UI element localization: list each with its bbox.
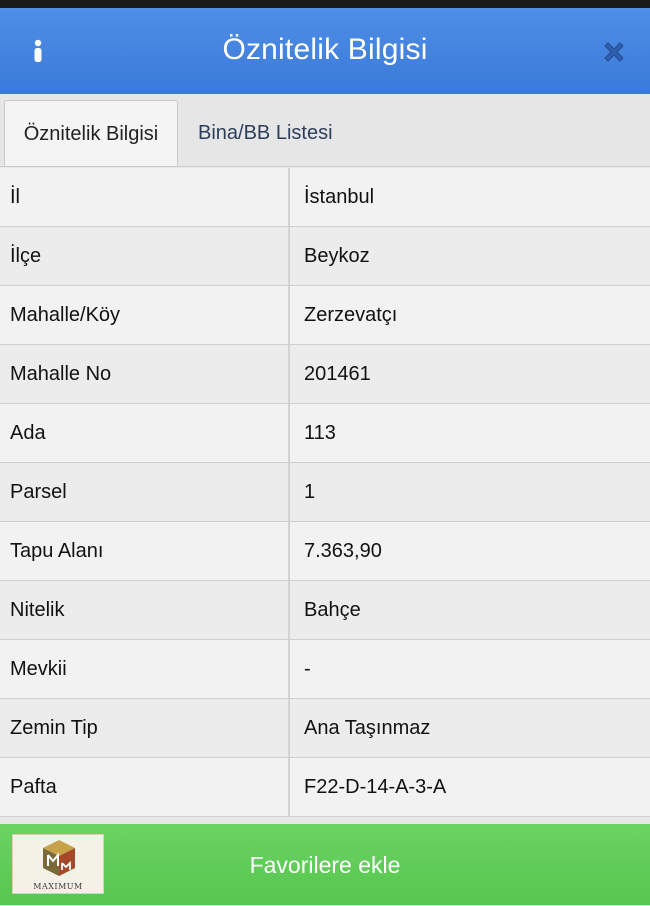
row-label: Parsel — [0, 463, 290, 521]
row-label: İlçe — [0, 227, 290, 285]
dialog-title: Öznitelik Bilgisi — [222, 33, 428, 66]
table-row: Ada 113 — [0, 404, 650, 463]
table-row: Nitelik Bahçe — [0, 581, 650, 640]
row-value: Bahçe — [304, 599, 361, 621]
table-row: Mahalle/Köy Zerzevatçı — [0, 286, 650, 345]
row-value: F22-D-14-A-3-A — [304, 776, 447, 798]
table-row: Tapu Alanı 7.363,90 — [0, 522, 650, 581]
add-to-favorites-label: Favorilere ekle — [249, 852, 401, 878]
dialog-header: Öznitelik Bilgisi — [0, 8, 650, 94]
row-value: 113 — [304, 422, 336, 444]
add-to-favorites-button[interactable]: MAXIMUM Favorilere ekle — [0, 824, 650, 905]
table-row: İlçe Beykoz — [0, 227, 650, 286]
row-value: 201461 — [304, 363, 371, 385]
tab-bar: Öznitelik Bilgisi Bina/BB Listesi — [0, 94, 650, 167]
row-value: Zerzevatçı — [304, 304, 398, 326]
tab-bina-bb-listesi[interactable]: Bina/BB Listesi — [180, 100, 370, 166]
table-row: Parsel 1 — [0, 463, 650, 522]
table-row: Mahalle No 201461 — [0, 345, 650, 404]
row-value: 1 — [304, 481, 316, 503]
row-label: Tapu Alanı — [0, 522, 290, 580]
row-label: Mevkii — [0, 640, 290, 698]
status-bar — [0, 0, 650, 8]
tab-oznitelik-bilgisi[interactable]: Öznitelik Bilgisi — [4, 100, 178, 166]
row-value: - — [304, 658, 311, 680]
table-row: Mevkii - — [0, 640, 650, 699]
row-label: Mahalle/Köy — [0, 286, 290, 344]
table-row: Zemin Tip Ana Taşınmaz — [0, 699, 650, 758]
row-value: Beykoz — [304, 245, 370, 267]
row-label: İl — [0, 168, 290, 226]
close-icon[interactable] — [600, 38, 628, 66]
row-value: İstanbul — [304, 186, 375, 208]
row-label: Nitelik — [0, 581, 290, 639]
table-row: Pafta F22-D-14-A-3-A — [0, 758, 650, 817]
row-label: Ada — [0, 404, 290, 462]
table-row: İl İstanbul — [0, 168, 650, 227]
row-label: Mahalle No — [0, 345, 290, 403]
row-value: 7.363,90 — [304, 540, 382, 562]
row-label: Pafta — [0, 758, 290, 816]
row-value: Ana Taşınmaz — [304, 717, 431, 739]
row-label: Zemin Tip — [0, 699, 290, 757]
attribute-table: İl İstanbul İlçe Beykoz Mahalle/Köy Zerz… — [0, 168, 650, 817]
